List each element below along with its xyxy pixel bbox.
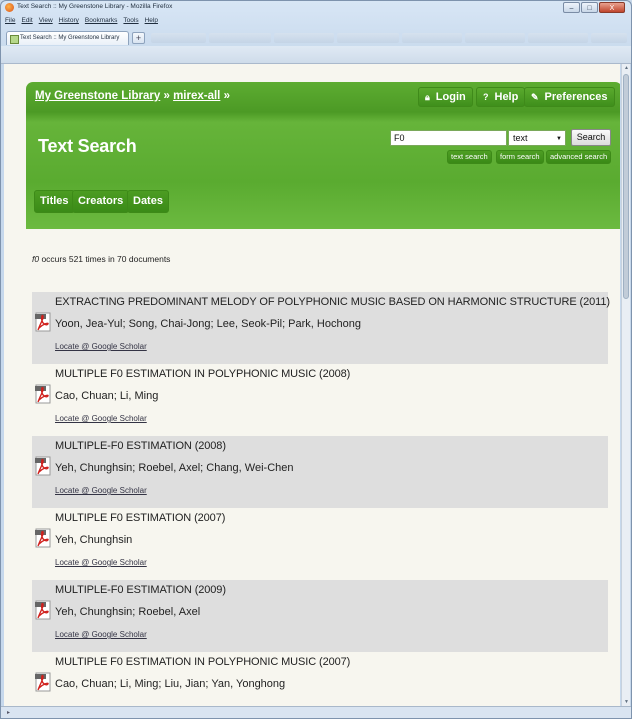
title-bar: Text Search :: My Greenstone Library - M… [1, 1, 631, 16]
page-title: Text Search [38, 136, 137, 156]
breadcrumb-library-link[interactable]: My Greenstone Library [35, 90, 160, 102]
result-item: MULTIPLE F0 ESTIMATION (2007) Yeh, Chung… [32, 508, 608, 580]
preferences-button[interactable]: ✎ Preferences [524, 87, 615, 107]
menu-file[interactable]: File [5, 17, 15, 28]
text-search-link[interactable]: text search [447, 150, 492, 164]
minimize-button[interactable]: – [563, 2, 580, 13]
result-item: MULTIPLE-F0 ESTIMATION (2009) Yeh, Chung… [32, 580, 608, 652]
scrollbar-thumb[interactable] [623, 74, 629, 299]
result-authors: Cao, Chuan; Li, Ming [55, 390, 159, 402]
form-search-link[interactable]: form search [496, 150, 544, 164]
scroll-up-icon[interactable]: ▲ [624, 65, 629, 71]
menu-history[interactable]: History [59, 17, 79, 28]
login-button[interactable]: 🔒︎ Login [418, 87, 473, 107]
vertical-scrollbar[interactable]: ▲ ▼ [621, 64, 630, 706]
preferences-label: Preferences [544, 91, 608, 103]
breadcrumb-collection-link[interactable]: mirex-all [173, 90, 220, 102]
result-title-link[interactable]: EXTRACTING PREDOMINANT MELODY OF POLYPHO… [55, 296, 610, 308]
tab-creators[interactable]: Creators [72, 190, 130, 213]
tab-titles[interactable]: Titles [34, 190, 75, 213]
background-tab[interactable] [591, 33, 627, 43]
chevron-down-icon: ▼ [556, 136, 562, 142]
navigation-toolbar [1, 46, 631, 64]
background-tab[interactable] [274, 33, 334, 43]
search-index-value: text [513, 133, 528, 143]
result-item: EXTRACTING PREDOMINANT MELODY OF POLYPHO… [32, 292, 610, 364]
menu-tools[interactable]: Tools [123, 17, 138, 28]
background-tab[interactable] [528, 33, 588, 43]
pdf-icon[interactable] [35, 456, 51, 476]
search-index-select[interactable]: text ▼ [508, 130, 566, 146]
result-item: MULTIPLE F0 ESTIMATION IN POLYPHONIC MUS… [32, 364, 608, 436]
result-title-link[interactable]: MULTIPLE-F0 ESTIMATION (2009) [55, 584, 226, 596]
help-button[interactable]: ? Help [476, 87, 526, 107]
result-title-link[interactable]: MULTIPLE F0 ESTIMATION (2007) [55, 512, 225, 524]
locate-scholar-link[interactable]: Locate @ Google Scholar [55, 342, 147, 351]
background-tab[interactable] [402, 33, 462, 43]
background-tab[interactable] [209, 33, 271, 43]
occurrence-text: occurs 521 times in 70 documents [39, 254, 171, 264]
page-viewport: My Greenstone Library » mirex-all » 🔒︎ Lo… [4, 64, 620, 706]
menu-bar: File Edit View History Bookmarks Tools H… [5, 17, 158, 28]
result-title-link[interactable]: MULTIPLE-F0 ESTIMATION (2008) [55, 440, 226, 452]
result-title-link[interactable]: MULTIPLE F0 ESTIMATION IN POLYPHONIC MUS… [55, 368, 350, 380]
question-icon: ? [483, 92, 489, 102]
result-authors: Yeh, Chunghsin; Roebel, Axel [55, 606, 201, 618]
window-title: Text Search :: My Greenstone Library - M… [17, 3, 173, 10]
search-button[interactable]: Search [571, 129, 611, 146]
locate-scholar-link[interactable]: Locate @ Google Scholar [55, 630, 147, 639]
search-input[interactable]: F0 [390, 130, 507, 146]
tab-bar: Text Search :: My Greenstone Library + [1, 30, 631, 46]
pdf-icon[interactable] [35, 384, 51, 404]
results-list: EXTRACTING PREDOMINANT MELODY OF POLYPHO… [32, 292, 610, 706]
status-arrow-icon: ▸ [7, 710, 11, 716]
result-authors: Yoon, Jea-Yul; Song, Chai-Jong; Lee, Seo… [55, 318, 361, 330]
tab-text-search[interactable]: Text Search :: My Greenstone Library [6, 31, 129, 45]
pdf-icon[interactable] [35, 600, 51, 620]
tab-label: Text Search :: My Greenstone Library [20, 35, 120, 41]
lock-icon: 🔒︎ [425, 92, 430, 102]
greenstone-header: My Greenstone Library » mirex-all » 🔒︎ Lo… [26, 82, 620, 229]
result-item: MULTIPLE-F0 ESTIMATION (2008) Yeh, Chung… [32, 436, 608, 508]
pdf-icon[interactable] [35, 528, 51, 548]
browser-window: Text Search :: My Greenstone Library - M… [0, 0, 632, 719]
locate-scholar-link[interactable]: Locate @ Google Scholar [55, 414, 147, 423]
scroll-down-icon[interactable]: ▼ [624, 699, 629, 705]
menu-view[interactable]: View [39, 17, 53, 28]
background-tab[interactable] [151, 33, 206, 43]
pdf-icon[interactable] [35, 312, 51, 332]
menu-bookmarks[interactable]: Bookmarks [85, 17, 118, 28]
new-tab-button[interactable]: + [132, 32, 145, 44]
status-bar: ▸ [1, 706, 631, 718]
result-summary: f0 occurs 521 times in 70 documents [32, 254, 170, 264]
wrench-icon: ✎ [531, 92, 539, 102]
background-tab[interactable] [465, 33, 525, 43]
breadcrumb: My Greenstone Library » mirex-all » [35, 90, 230, 102]
login-label: Login [435, 91, 466, 103]
maximize-button[interactable]: □ [581, 2, 598, 13]
menu-edit[interactable]: Edit [21, 17, 32, 28]
firefox-icon [5, 3, 14, 12]
result-title-link[interactable]: MULTIPLE F0 ESTIMATION IN POLYPHONIC MUS… [55, 656, 350, 668]
breadcrumb-separator: » [220, 90, 230, 102]
locate-scholar-link[interactable]: Locate @ Google Scholar [55, 558, 147, 567]
result-item: MULTIPLE F0 ESTIMATION IN POLYPHONIC MUS… [32, 652, 608, 706]
result-authors: Cao, Chuan; Li, Ming; Liu, Jian; Yan, Yo… [55, 678, 286, 690]
close-button[interactable]: X [599, 2, 625, 13]
advanced-search-link[interactable]: advanced search [546, 150, 612, 164]
tab-dates[interactable]: Dates [127, 190, 169, 213]
menu-help[interactable]: Help [145, 17, 158, 28]
window-controls: – □ X [563, 2, 625, 13]
greenstone-favicon-icon [10, 35, 19, 44]
background-tab[interactable] [337, 33, 399, 43]
locate-scholar-link[interactable]: Locate @ Google Scholar [55, 486, 147, 495]
breadcrumb-separator: » [160, 90, 174, 102]
result-authors: Yeh, Chunghsin; Roebel, Axel; Chang, Wei… [55, 462, 294, 474]
pdf-icon[interactable] [35, 672, 51, 692]
result-authors: Yeh, Chunghsin [55, 534, 133, 546]
help-label: Help [494, 91, 519, 103]
